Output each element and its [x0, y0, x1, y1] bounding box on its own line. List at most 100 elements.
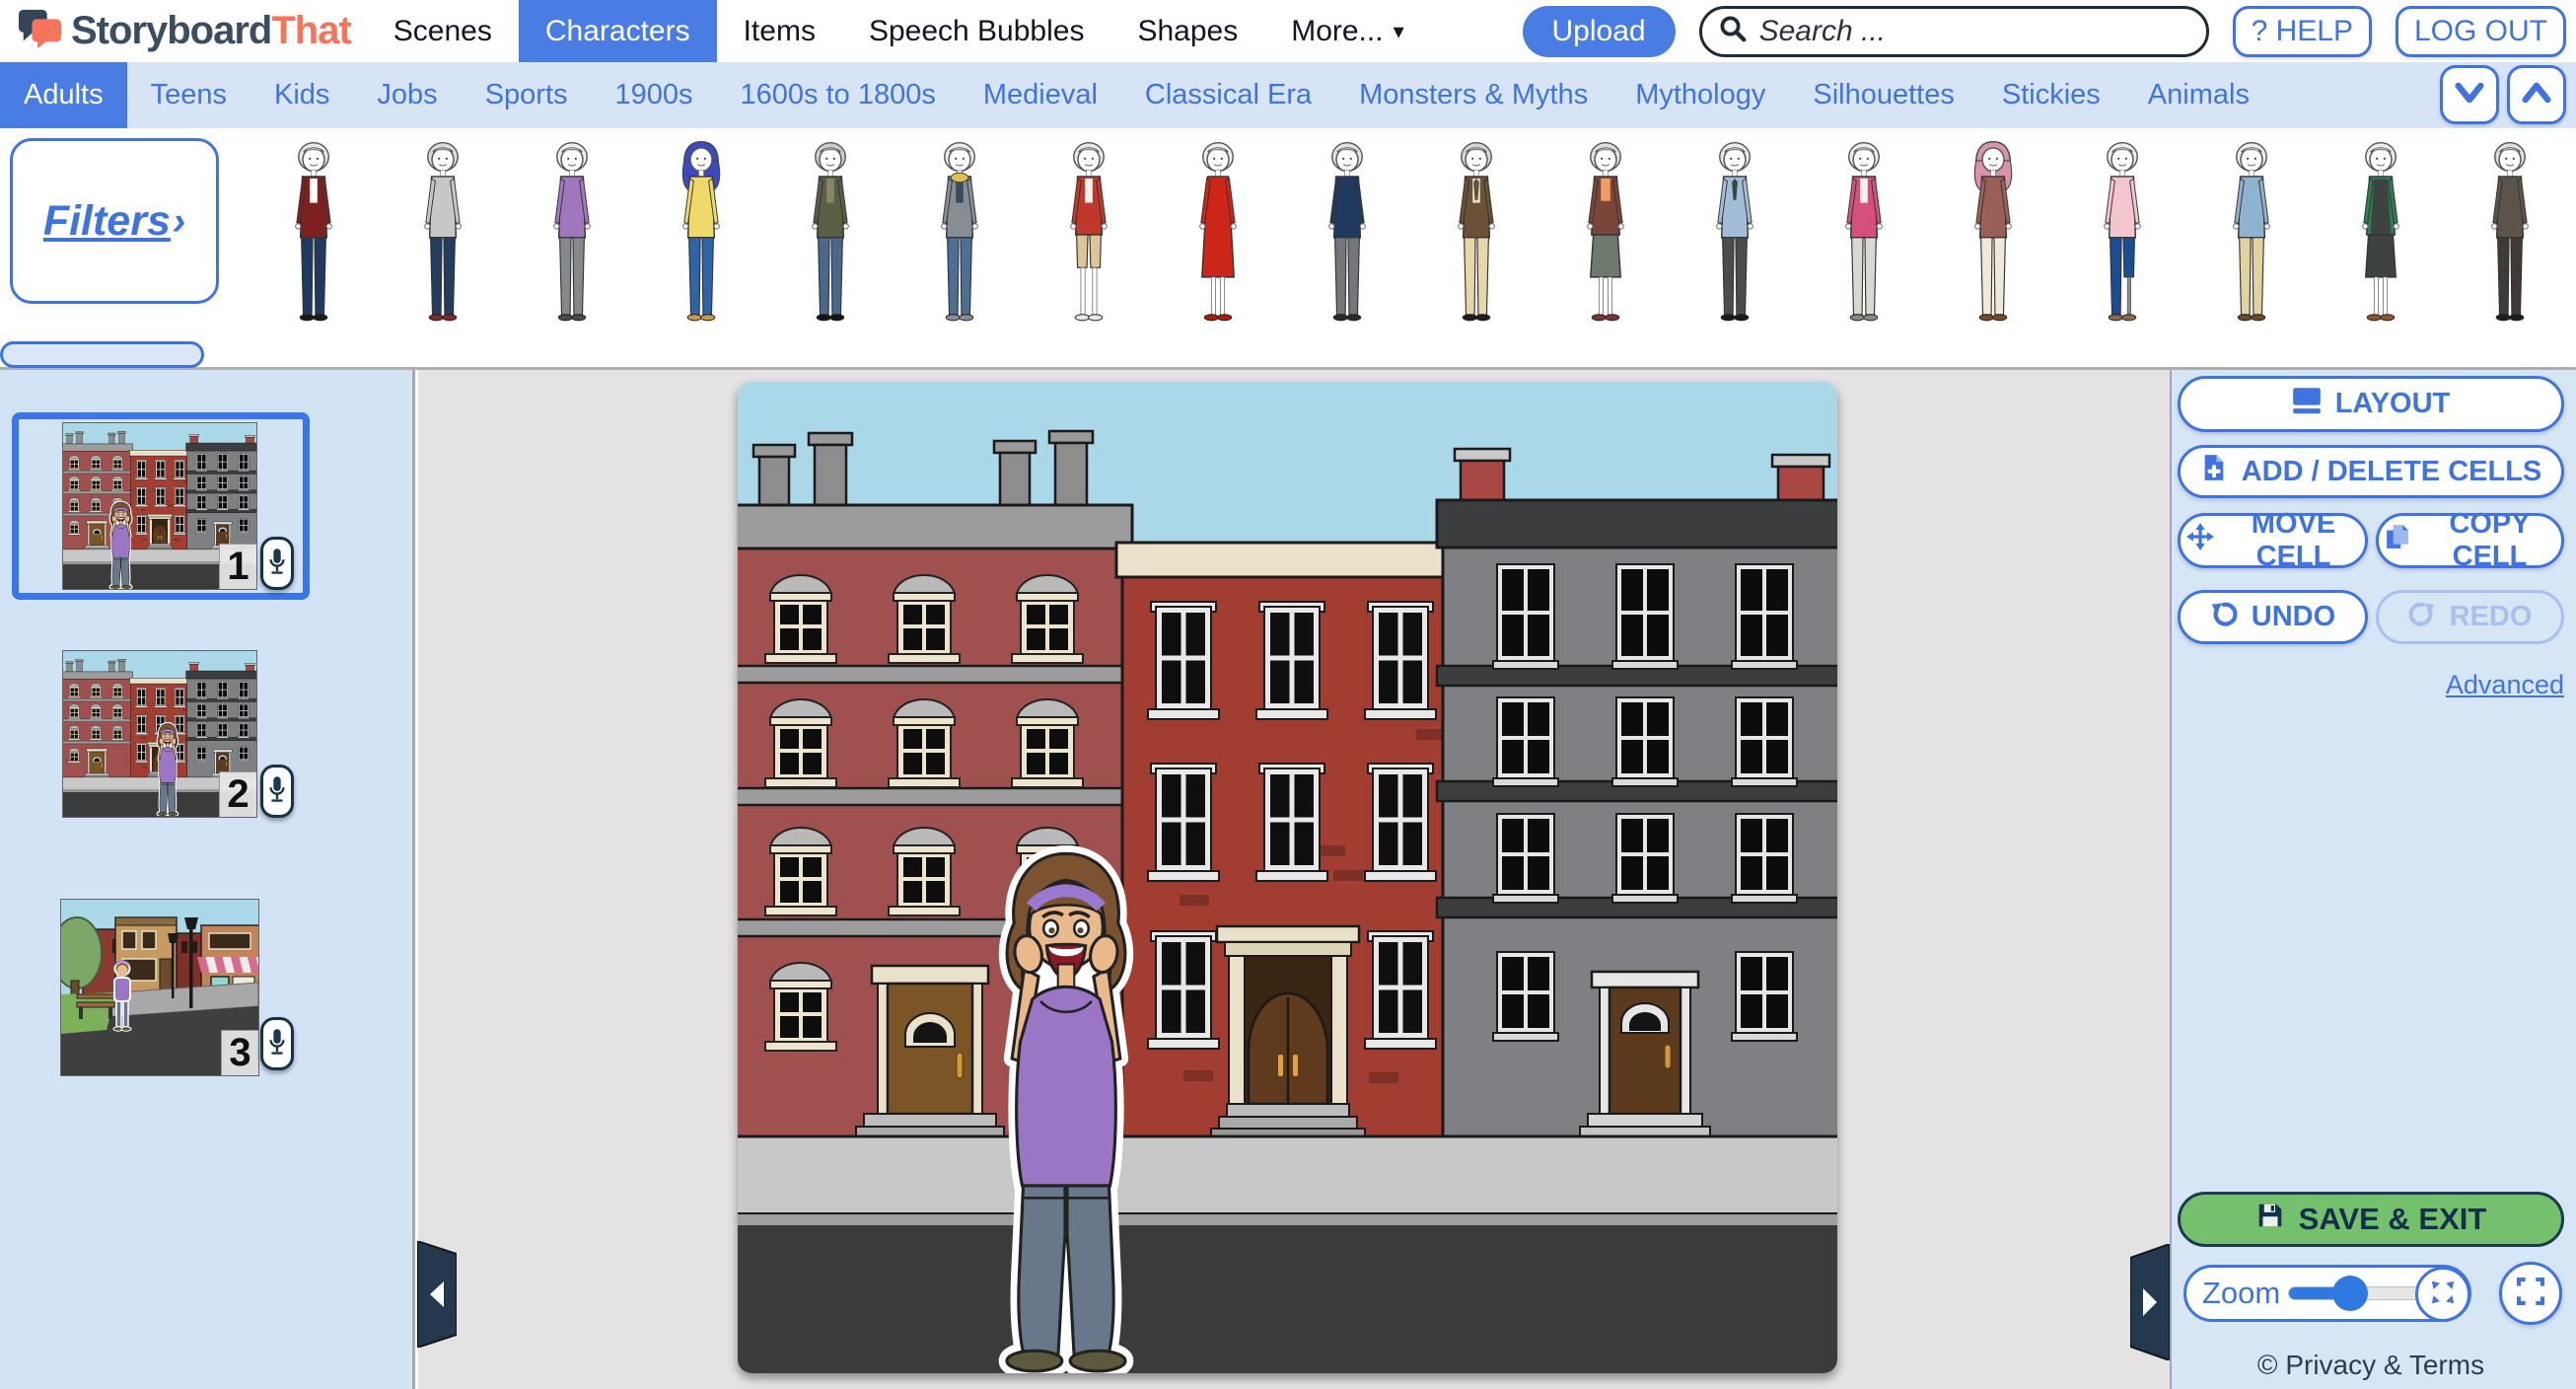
- zoom-controls: Zoom: [2178, 1265, 2564, 1324]
- tab-classical-era[interactable]: Classical Era: [1121, 62, 1335, 128]
- tab-teens[interactable]: Teens: [127, 62, 250, 128]
- cell-item-2: 2: [12, 640, 310, 828]
- cell-item-1: 1: [12, 412, 310, 600]
- fullscreen-button[interactable]: [2499, 1262, 2562, 1325]
- corner-brackets-icon: [2515, 1276, 2546, 1312]
- cell-thumbnail-2[interactable]: 2: [63, 651, 256, 817]
- character-thumb-adult-4[interactable]: [636, 134, 765, 333]
- microphone-icon: [266, 545, 288, 583]
- character-thumb-adult-14[interactable]: [1928, 134, 2057, 333]
- fit-to-screen-button[interactable]: [2415, 1267, 2470, 1322]
- storyboardthat-logo[interactable]: StoryboardThat: [18, 7, 351, 55]
- collapse-right-panel-button[interactable]: [2130, 1244, 2170, 1360]
- character-thumb-adult-7[interactable]: [1024, 134, 1153, 333]
- chevron-up-icon: [2520, 76, 2553, 114]
- nav-item-scenes[interactable]: Scenes: [367, 0, 519, 62]
- search-box[interactable]: [1699, 6, 2209, 57]
- character-thumb-adult-13[interactable]: [1799, 134, 1928, 333]
- navbar-right: Upload ? HELP LOG OUT: [1523, 6, 2576, 57]
- zoom-slider-thumb[interactable]: [2332, 1276, 2368, 1311]
- nav-item-items[interactable]: Items: [717, 0, 842, 62]
- redo-button[interactable]: REDO: [2376, 590, 2564, 644]
- redo-arrow-icon: [2408, 600, 2436, 635]
- filters-button[interactable]: Filters›: [10, 138, 219, 304]
- layout-button[interactable]: LAYOUT: [2178, 376, 2564, 432]
- character-thumb-adult-10[interactable]: [1411, 134, 1540, 333]
- tab-animals[interactable]: Animals: [2124, 62, 2273, 128]
- tools-sidebar: LAYOUT ADD / DELETE CELLS MOVE CELL COPY…: [2170, 370, 2576, 1389]
- pages-copy-icon: [2385, 523, 2410, 558]
- tab-silhouettes[interactable]: Silhouettes: [1789, 62, 1978, 128]
- arrows-cross-icon: [2186, 523, 2214, 558]
- collapse-left-panel-button[interactable]: [417, 1241, 457, 1348]
- tab-adults[interactable]: Adults: [0, 62, 127, 128]
- zoom-slider-track[interactable]: [2288, 1286, 2432, 1300]
- cell-number-badge: 1: [219, 544, 256, 589]
- character-thumb-adult-15[interactable]: [2057, 134, 2186, 333]
- zoom-label: Zoom: [2202, 1276, 2280, 1311]
- move-cell-button[interactable]: MOVE CELL: [2178, 513, 2368, 568]
- cell-3-record-audio-button[interactable]: [260, 1017, 294, 1070]
- character-thumb-adult-11[interactable]: [1540, 134, 1670, 333]
- main-nav: Scenes Characters Items Speech Bubbles S…: [367, 0, 1431, 62]
- character-thumb-adult-2[interactable]: [378, 134, 507, 333]
- cell-2-record-audio-button[interactable]: [260, 765, 294, 818]
- add-delete-cells-button[interactable]: ADD / DELETE CELLS: [2178, 445, 2564, 498]
- cell-number-badge: 3: [221, 1030, 258, 1075]
- tab-kids[interactable]: Kids: [250, 62, 353, 128]
- speech-bubbles-icon: [18, 7, 63, 55]
- microphone-icon: [266, 772, 288, 811]
- character-thumb-adult-3[interactable]: [507, 134, 636, 333]
- save-and-exit-button[interactable]: SAVE & EXIT: [2178, 1192, 2564, 1247]
- character-thumb-adult-18[interactable]: [2445, 134, 2574, 333]
- upload-button[interactable]: Upload: [1523, 6, 1676, 57]
- cell-thumbnail-1[interactable]: 1: [63, 423, 256, 589]
- scroll-categories-down-button[interactable]: [2440, 65, 2499, 124]
- nav-item-more[interactable]: More...▾: [1264, 0, 1430, 62]
- logo-text: StoryboardThat: [71, 9, 351, 53]
- privacy-terms-link[interactable]: © Privacy & Terms: [2178, 1350, 2564, 1381]
- tab-monsters-myths[interactable]: Monsters & Myths: [1335, 62, 1611, 128]
- character-thumb-adult-16[interactable]: [2186, 134, 2316, 333]
- character-picker-panel: Filters›: [0, 128, 2576, 343]
- copy-cell-button[interactable]: COPY CELL: [2376, 513, 2564, 568]
- tab-mythology[interactable]: Mythology: [1611, 62, 1789, 128]
- tab-1900s[interactable]: 1900s: [592, 62, 717, 128]
- character-thumb-adult-5[interactable]: [765, 134, 894, 333]
- storyboard-canvas-cell[interactable]: [738, 382, 1837, 1373]
- screen-layout-icon: [2292, 387, 2322, 422]
- caret-down-icon: ▾: [1394, 19, 1404, 44]
- cells-sidebar: 1 2: [0, 370, 415, 1389]
- nav-item-characters[interactable]: Characters: [519, 0, 717, 62]
- nav-item-speech-bubbles[interactable]: Speech Bubbles: [842, 0, 1111, 62]
- tab-sports[interactable]: Sports: [462, 62, 592, 128]
- tab-jobs[interactable]: Jobs: [353, 62, 461, 128]
- character-thumb-adult-17[interactable]: [2316, 134, 2445, 333]
- undo-button[interactable]: UNDO: [2178, 590, 2368, 644]
- tab-stickies[interactable]: Stickies: [1978, 62, 2124, 128]
- character-thumb-adult-9[interactable]: [1282, 134, 1411, 333]
- character-row-scrollbar[interactable]: [0, 341, 204, 368]
- character-thumb-adult-6[interactable]: [894, 134, 1024, 333]
- microphone-icon: [266, 1025, 288, 1063]
- advanced-link[interactable]: Advanced: [2178, 670, 2564, 700]
- search-icon: [1718, 14, 1748, 48]
- tab-medieval[interactable]: Medieval: [960, 62, 1121, 128]
- character-thumb-adult-8[interactable]: [1153, 134, 1282, 333]
- character-thumb-adult-1[interactable]: [249, 134, 378, 333]
- undo-arrow-icon: [2210, 600, 2238, 635]
- logout-button[interactable]: LOG OUT: [2396, 6, 2566, 57]
- scroll-categories-up-button[interactable]: [2507, 65, 2566, 124]
- tab-scroll-buttons: [2440, 65, 2566, 124]
- cell-1-record-audio-button[interactable]: [260, 537, 294, 590]
- search-input[interactable]: [1757, 14, 2190, 49]
- cell-number-badge: 2: [219, 771, 256, 817]
- cell-thumbnail-3[interactable]: 3: [61, 900, 258, 1075]
- character-thumb-adult-12[interactable]: [1670, 134, 1799, 333]
- angle-right-icon: ›: [173, 199, 185, 244]
- tab-1600s-to-1800s[interactable]: 1600s to 1800s: [717, 62, 960, 128]
- arrows-out-icon: [2428, 1278, 2458, 1312]
- workspace: 1 2: [0, 370, 2576, 1389]
- nav-item-shapes[interactable]: Shapes: [1110, 0, 1264, 62]
- help-button[interactable]: ? HELP: [2233, 6, 2372, 57]
